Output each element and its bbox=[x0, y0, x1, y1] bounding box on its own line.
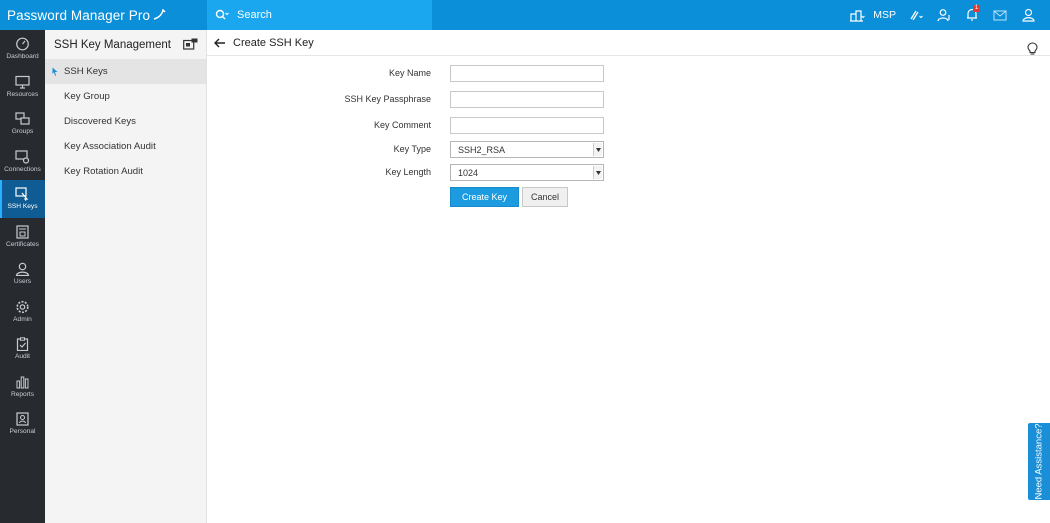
key-type-row: Key Type SSH2_RSA bbox=[207, 141, 1050, 159]
user-alert-icon[interactable] bbox=[930, 0, 958, 30]
nav-label: Personal bbox=[9, 428, 36, 436]
key-length-select[interactable]: 1024 bbox=[450, 164, 604, 181]
passphrase-label: SSH Key Passphrase bbox=[344, 94, 431, 104]
nav-item-connections[interactable]: Connections bbox=[0, 143, 45, 181]
nav-label: Connections bbox=[4, 165, 41, 173]
nav-label: Admin bbox=[13, 315, 32, 323]
submenu-label: Discovered Keys bbox=[64, 116, 136, 127]
search-placeholder[interactable]: Search bbox=[237, 9, 272, 21]
nav-label: SSH Keys bbox=[7, 203, 38, 211]
nav-item-admin[interactable]: Admin bbox=[0, 293, 45, 331]
form-actions: Create Key Cancel bbox=[450, 187, 569, 207]
key-name-label: Key Name bbox=[388, 68, 431, 78]
submenu-label: Key Rotation Audit bbox=[64, 166, 143, 177]
bell-icon[interactable]: 1 bbox=[958, 0, 986, 30]
msp-label[interactable]: MSP bbox=[873, 9, 896, 21]
app-brand-name: Password Manager Pro bbox=[7, 7, 151, 23]
ssh-key-icon bbox=[15, 187, 29, 202]
nav-label: Resources bbox=[6, 90, 39, 98]
need-assistance-tab[interactable]: Need Assistance? bbox=[1028, 423, 1050, 500]
chevron-down-icon[interactable] bbox=[593, 166, 602, 179]
key-length-label: Key Length bbox=[385, 167, 431, 177]
lightbulb-icon[interactable] bbox=[1027, 42, 1038, 58]
organization-icon[interactable] bbox=[843, 0, 871, 30]
nav-label: Groups bbox=[11, 128, 34, 136]
monitor-icon bbox=[15, 75, 30, 89]
nav-item-audit[interactable]: Audit bbox=[0, 330, 45, 368]
left-nav: Dashboard Resources Groups Connections S… bbox=[0, 30, 45, 523]
submenu-label: Key Group bbox=[64, 91, 110, 102]
nav-item-reports[interactable]: Reports bbox=[0, 368, 45, 406]
key-name-input[interactable] bbox=[450, 65, 604, 82]
key-name-row: Key Name bbox=[207, 65, 1050, 83]
dashboard-icon bbox=[16, 37, 29, 51]
notification-badge: 1 bbox=[973, 5, 980, 12]
key-length-value: 1024 bbox=[458, 167, 479, 178]
cursor-pointer-icon bbox=[52, 67, 58, 76]
nav-label: Reports bbox=[10, 390, 35, 398]
nav-label: Dashboard bbox=[6, 53, 39, 61]
ssh-submenu: SSH Key Management SSH Keys Key Group Di… bbox=[45, 30, 207, 523]
submenu-title: SSH Key Management bbox=[54, 38, 171, 51]
bar-chart-icon bbox=[16, 376, 29, 389]
search-icon[interactable] bbox=[215, 9, 229, 21]
key-comment-input[interactable] bbox=[450, 117, 604, 134]
submenu-header: SSH Key Management bbox=[45, 30, 206, 59]
create-key-button[interactable]: Create Key bbox=[450, 187, 520, 207]
top-right-actions: MSP 1 bbox=[843, 0, 1050, 30]
cancel-button[interactable]: Cancel bbox=[522, 187, 569, 207]
submenu-label: SSH Keys bbox=[64, 66, 108, 77]
submenu-label: Key Association Audit bbox=[64, 141, 156, 152]
nav-item-certificates[interactable]: Certificates bbox=[0, 218, 45, 256]
top-bar: Password Manager Pro Search MSP 1 bbox=[0, 0, 1050, 30]
app-logo[interactable]: Password Manager Pro bbox=[0, 0, 207, 30]
user-profile-icon[interactable] bbox=[1014, 0, 1042, 30]
nav-item-personal[interactable]: Personal bbox=[0, 405, 45, 443]
key-type-value: SSH2_RSA bbox=[458, 144, 506, 155]
certificate-icon bbox=[16, 225, 29, 239]
key-comment-label: Key Comment bbox=[373, 120, 431, 130]
need-assistance-label: Need Assistance? bbox=[1033, 423, 1045, 500]
global-search[interactable]: Search bbox=[207, 0, 432, 30]
submenu-item-key-association-audit[interactable]: Key Association Audit bbox=[45, 134, 206, 159]
nav-item-users[interactable]: Users bbox=[0, 255, 45, 293]
passphrase-row: SSH Key Passphrase bbox=[207, 91, 1050, 109]
key-comment-row: Key Comment bbox=[207, 117, 1050, 135]
nav-item-dashboard[interactable]: Dashboard bbox=[0, 30, 45, 68]
page-title: Create SSH Key bbox=[233, 36, 314, 49]
nav-label: Users bbox=[13, 278, 32, 286]
key-type-label: Key Type bbox=[393, 144, 431, 154]
key-card-icon[interactable] bbox=[183, 38, 198, 53]
gear-icon bbox=[16, 300, 29, 313]
logo-swoosh-icon bbox=[153, 9, 166, 20]
nav-label: Certificates bbox=[6, 240, 39, 248]
submenu-item-key-group[interactable]: Key Group bbox=[45, 84, 206, 109]
chevron-down-icon[interactable] bbox=[593, 143, 602, 156]
nav-label: Audit bbox=[14, 353, 31, 361]
key-length-row: Key Length 1024 bbox=[207, 164, 1050, 182]
nav-item-groups[interactable]: Groups bbox=[0, 105, 45, 143]
user-icon bbox=[15, 262, 30, 277]
personal-icon bbox=[16, 412, 29, 426]
clipboard-icon bbox=[16, 337, 29, 352]
back-arrow-icon[interactable] bbox=[214, 38, 226, 48]
page-header: Create SSH Key bbox=[207, 30, 1050, 56]
connections-icon bbox=[15, 150, 30, 164]
link-icon[interactable] bbox=[902, 0, 930, 30]
groups-icon bbox=[15, 112, 30, 125]
mail-icon[interactable] bbox=[986, 0, 1014, 30]
key-type-select[interactable]: SSH2_RSA bbox=[450, 141, 604, 158]
main-content: Create SSH Key Key Name SSH Key Passphra… bbox=[207, 30, 1050, 523]
submenu-item-ssh-keys[interactable]: SSH Keys bbox=[45, 59, 206, 84]
submenu-item-key-rotation-audit[interactable]: Key Rotation Audit bbox=[45, 159, 206, 184]
submenu-item-discovered-keys[interactable]: Discovered Keys bbox=[45, 109, 206, 134]
passphrase-input[interactable] bbox=[450, 91, 604, 108]
nav-item-ssh-keys[interactable]: SSH Keys bbox=[0, 180, 45, 218]
nav-item-resources[interactable]: Resources bbox=[0, 68, 45, 106]
